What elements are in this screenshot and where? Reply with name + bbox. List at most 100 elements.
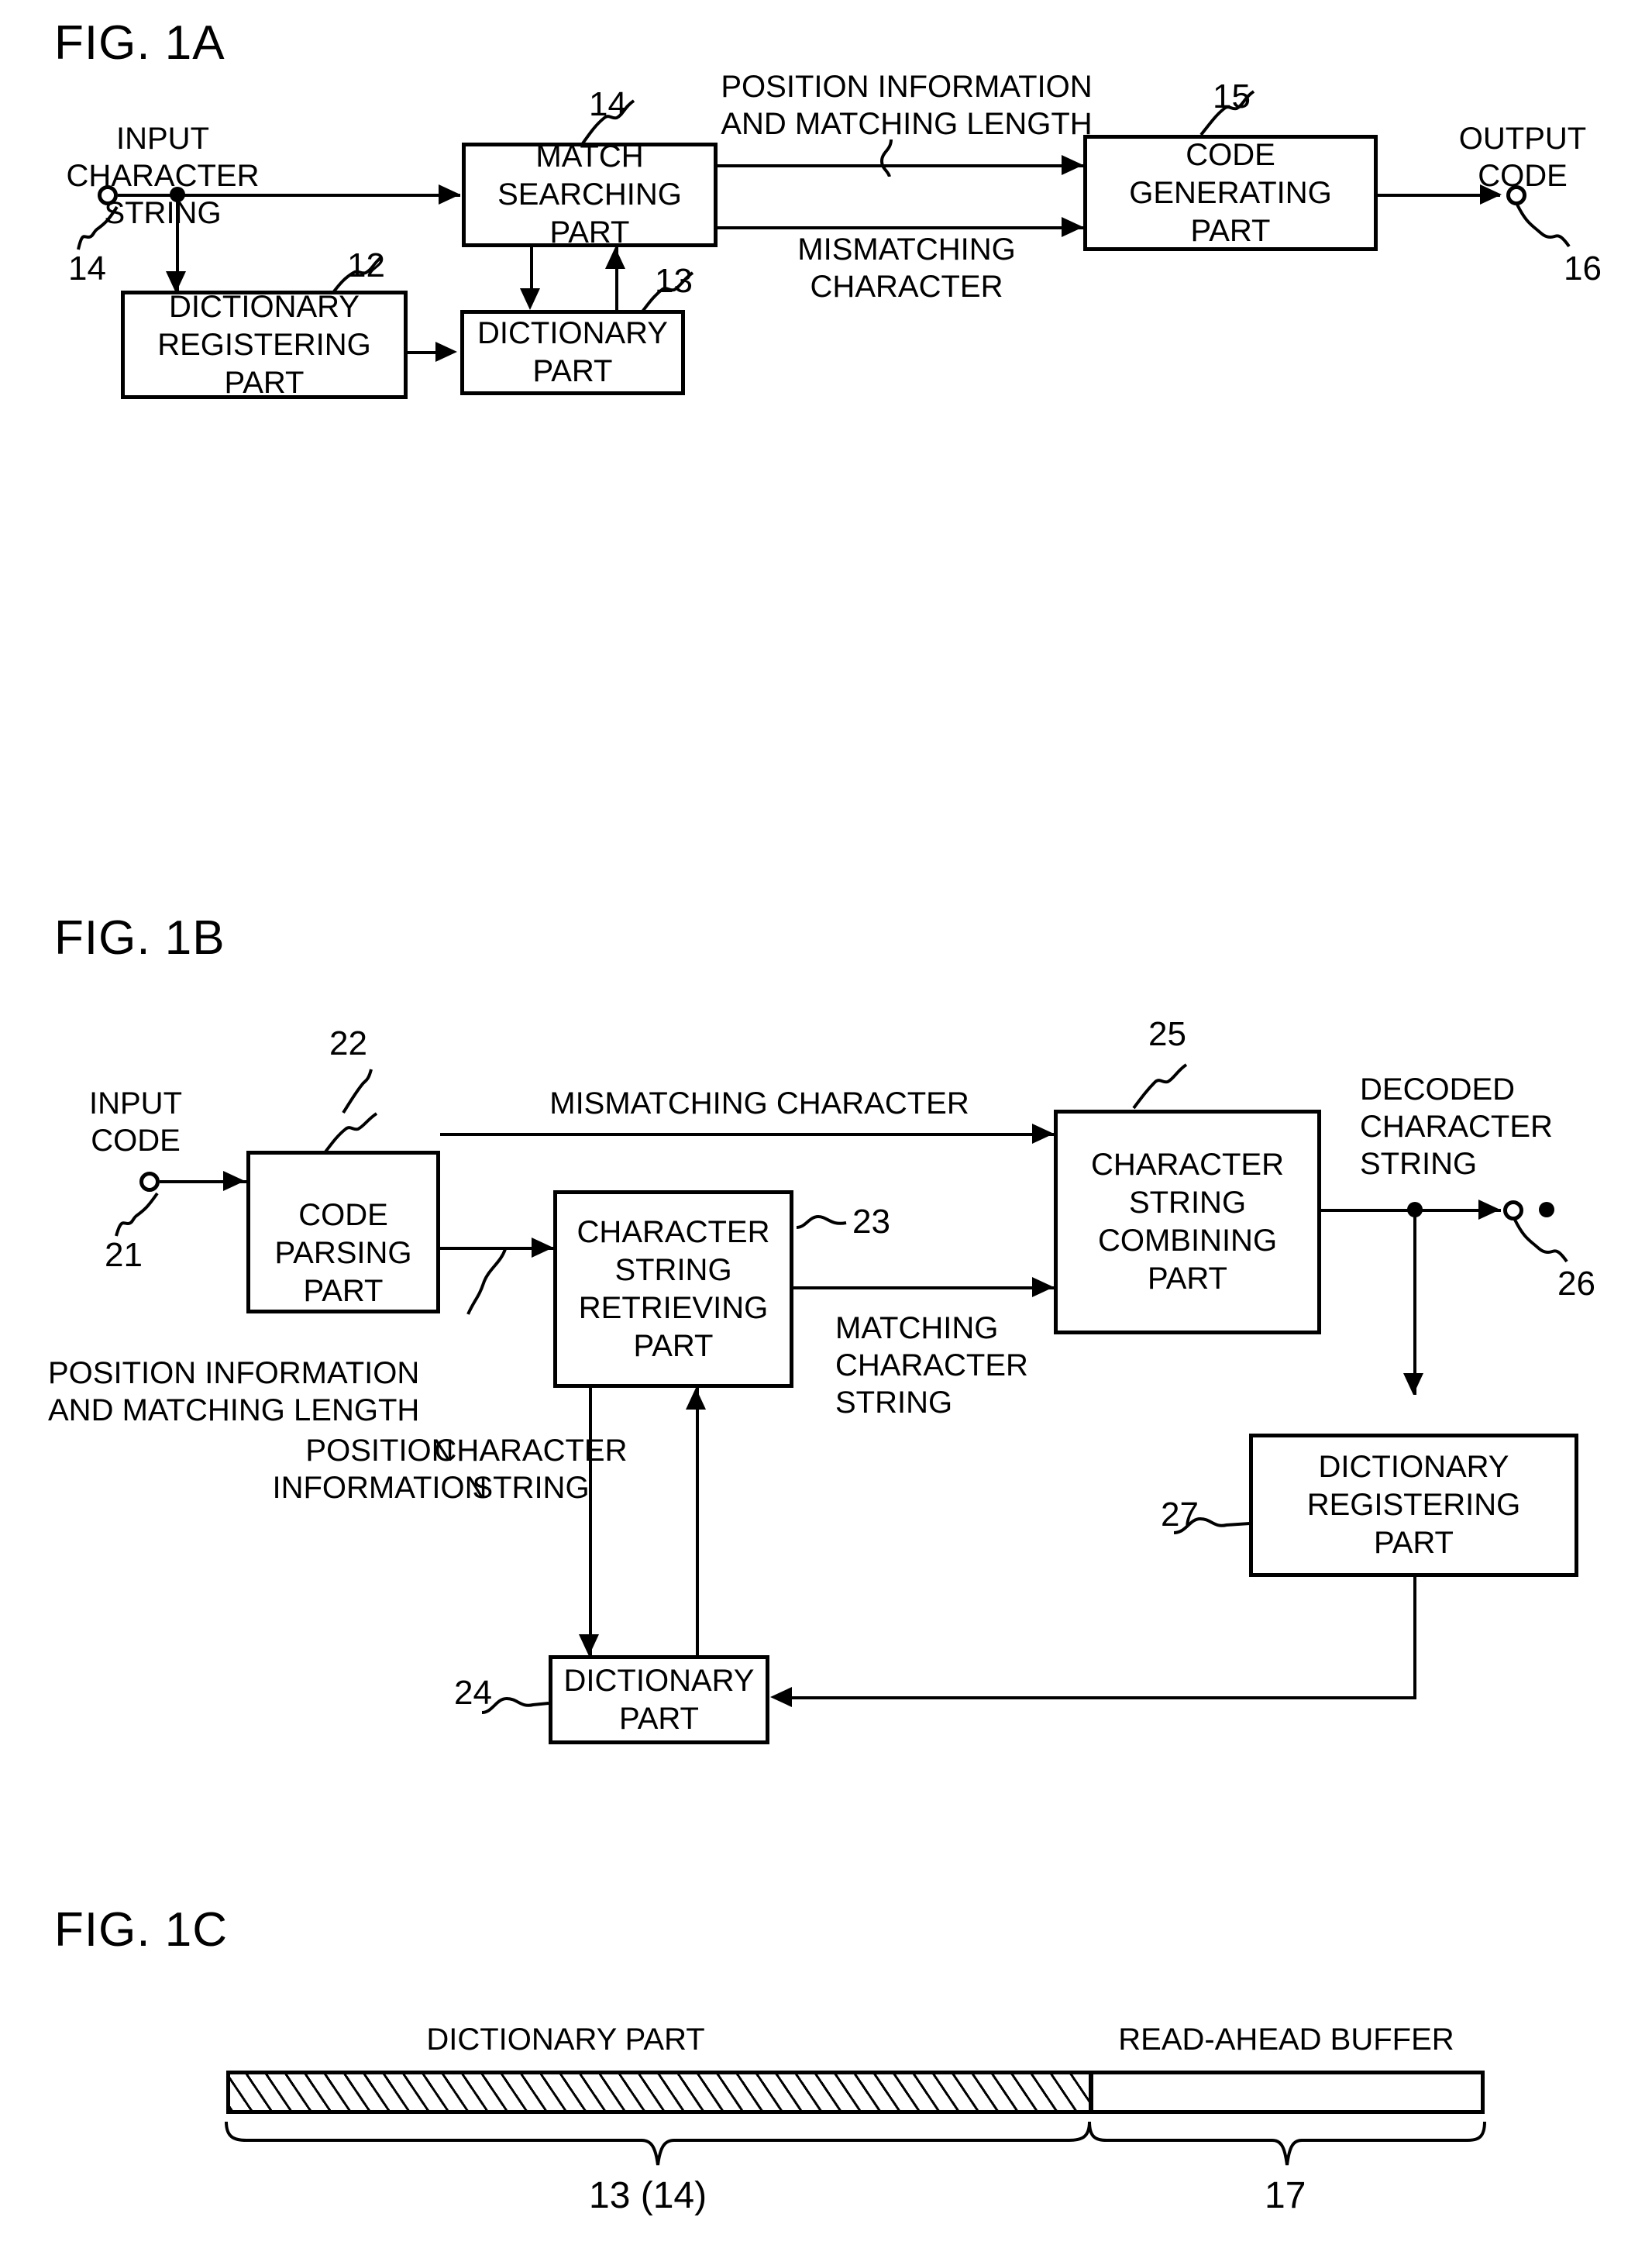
dictionary-registering-part-12-line2: REGISTERING xyxy=(157,327,371,362)
wire-dictreg27-down xyxy=(1413,1577,1416,1699)
wire-retrieving-down-to-dict24 xyxy=(589,1388,592,1655)
position-matching-length-label-line1: POSITION INFORMATION xyxy=(721,70,1093,104)
ref-number-22: 22 xyxy=(329,1024,367,1062)
character-string-combining-line2: STRING xyxy=(1128,1186,1247,1220)
figure-title-1b: FIG. 1B xyxy=(54,911,225,965)
dictionary-registering-27-line3: PART xyxy=(1374,1526,1454,1560)
ref-number-23: 23 xyxy=(852,1203,890,1241)
dictionary-part-13-line1: DICTIONARY xyxy=(477,316,668,350)
decoded-character-string-line2: CHARACTER xyxy=(1360,1110,1553,1144)
dictionary-registering-part-box-27: DICTIONARY REGISTERING PART xyxy=(1249,1434,1578,1577)
leader-line-27 xyxy=(1173,1516,1251,1534)
arrow-into-dict-part-24-left xyxy=(770,1687,792,1707)
output-terminal-26 xyxy=(1503,1200,1523,1220)
code-generating-part-box: CODE GENERATING PART xyxy=(1083,135,1378,251)
position-info-matching-length-1b-line2: AND MATCHING LENGTH xyxy=(48,1393,420,1427)
character-string-combining-line4: PART xyxy=(1148,1262,1227,1296)
matching-character-string-line2: CHARACTER xyxy=(835,1348,1028,1382)
wire-dictreg27-to-dict24 xyxy=(790,1696,1416,1699)
character-string-retrieving-part-box: CHARACTER STRING RETRIEVING PART xyxy=(553,1190,793,1388)
code-parsing-part-line1: CODE xyxy=(298,1198,388,1232)
character-string-combining-line1: CHARACTER xyxy=(1091,1148,1284,1182)
character-string-retrieving-line3: RETRIEVING xyxy=(578,1290,769,1325)
leader-line-26 xyxy=(1513,1219,1568,1263)
code-parsing-part-line2: PARSING xyxy=(274,1236,412,1270)
dictionary-registering-27-line2: REGISTERING xyxy=(1306,1488,1521,1522)
code-generating-part-line3: PART xyxy=(1190,213,1271,248)
arrow-into-codegen-bottom xyxy=(1062,217,1083,237)
arrow-into-dict-part-13 xyxy=(435,342,457,362)
input-terminal-11 xyxy=(98,185,118,205)
wire-dict24-up-to-retrieving xyxy=(696,1388,699,1655)
ref-number-13-14: 13 (14) xyxy=(589,2175,707,2216)
input-code-label-line2: CODE xyxy=(91,1124,181,1158)
leader-line-24 xyxy=(481,1696,549,1714)
arrow-down-into-dict-part xyxy=(520,288,540,310)
input-terminal-21 xyxy=(139,1172,160,1192)
dictionary-part-box-24: DICTIONARY PART xyxy=(549,1655,769,1744)
dictionary-part-24-line1: DICTIONARY xyxy=(563,1663,755,1698)
brace-dictionary-part xyxy=(225,2121,1091,2166)
decoded-character-string-line3: STRING xyxy=(1360,1147,1478,1181)
match-searching-part-box: MATCH SEARCHING PART xyxy=(462,139,718,250)
ref-number-25: 25 xyxy=(1148,1015,1186,1053)
figure-title-1c: FIG. 1C xyxy=(54,1903,229,1957)
mismatching-character-label-line1: MISMATCHING xyxy=(797,232,1016,267)
character-string-retrieving-line2: STRING xyxy=(614,1252,732,1287)
input-code-label-line1: INPUT xyxy=(89,1086,182,1121)
arrow-down-into-dict-part-24 xyxy=(579,1634,599,1656)
dictionary-registering-part-12-line1: DICTIONARY xyxy=(169,289,360,324)
figure-title-1a: FIG. 1A xyxy=(54,16,225,70)
code-parsing-part-line3: PART xyxy=(303,1274,384,1308)
arrow-into-codegen-top xyxy=(1062,155,1083,175)
code-parsing-part-box: CODE PARSING PART xyxy=(246,1151,440,1313)
arrow-into-combining-bottom xyxy=(1032,1277,1054,1297)
dictionary-part-bar-segment xyxy=(226,2071,1093,2114)
arrow-into-code-parsing xyxy=(223,1171,245,1191)
leader-line-22 xyxy=(322,1112,378,1155)
leader-line-15 xyxy=(1199,90,1255,136)
dictionary-part-24-line2: PART xyxy=(619,1701,699,1736)
wire-match-to-codegen-bottom xyxy=(718,226,1083,229)
match-searching-part-line1: MATCH xyxy=(535,139,644,174)
wire-decoded-down-to-dictreg xyxy=(1413,1209,1416,1395)
match-searching-part-line3: PART xyxy=(549,215,630,250)
leader-line-posinfo-matchlen xyxy=(466,1249,507,1315)
junction-dot-decoded xyxy=(1407,1202,1423,1217)
leader-line-22-stem xyxy=(342,1069,373,1114)
ref-number-17: 17 xyxy=(1265,2175,1306,2216)
character-string-label-line1: CHARACTER xyxy=(434,1434,628,1468)
output-code-label-line1: OUTPUT xyxy=(1458,122,1587,156)
arrow-to-output-terminal-26 xyxy=(1478,1200,1500,1220)
wire-retrieving-to-combining xyxy=(793,1286,1054,1289)
leader-line-16 xyxy=(1516,204,1571,248)
brace-read-ahead-buffer xyxy=(1088,2121,1486,2166)
character-string-label-line2: STRING xyxy=(472,1471,590,1505)
code-generating-part-line2: GENERATING xyxy=(1129,175,1332,210)
junction-dot-input-branch xyxy=(170,187,185,202)
position-info-matching-length-1b-line1: POSITION INFORMATION xyxy=(48,1356,420,1390)
output-terminal-16 xyxy=(1506,185,1526,205)
leader-line-21 xyxy=(115,1192,159,1237)
match-searching-part-line2: SEARCHING xyxy=(497,177,682,212)
leader-line-23 xyxy=(796,1214,847,1229)
patent-figure-sheet: FIG. 1A INPUT CHARACTER STRING 14 MATCH … xyxy=(0,0,1652,2248)
matching-character-string-line3: STRING xyxy=(835,1386,953,1420)
position-matching-length-label-line2: AND MATCHING LENGTH xyxy=(721,107,1093,141)
mismatching-character-label-1b: MISMATCHING CHARACTER xyxy=(549,1086,969,1121)
arrow-into-dict-registering-27 xyxy=(1403,1373,1423,1395)
leader-line-position-matching xyxy=(879,139,893,177)
dictionary-registering-part-12-line3: PART xyxy=(224,365,305,400)
code-generating-part-line1: CODE xyxy=(1186,137,1275,172)
dictionary-registering-part-box-12: DICTIONARY REGISTERING PART xyxy=(121,289,408,400)
dictionary-part-box-13: DICTIONARY PART xyxy=(460,310,685,395)
leader-line-11 xyxy=(77,205,119,250)
junction-dot-decoded-branch xyxy=(1539,1202,1554,1217)
decoded-character-string-line1: DECODED xyxy=(1360,1072,1516,1107)
leader-line-25 xyxy=(1132,1063,1188,1110)
character-string-combining-part-box: CHARACTER STRING COMBINING PART xyxy=(1054,1110,1321,1334)
arrow-into-combining-top xyxy=(1032,1124,1054,1144)
input-character-string-label-line2: CHARACTER xyxy=(66,159,260,193)
arrow-into-retrieving xyxy=(532,1238,553,1258)
read-ahead-buffer-bar-segment xyxy=(1089,2071,1485,2114)
